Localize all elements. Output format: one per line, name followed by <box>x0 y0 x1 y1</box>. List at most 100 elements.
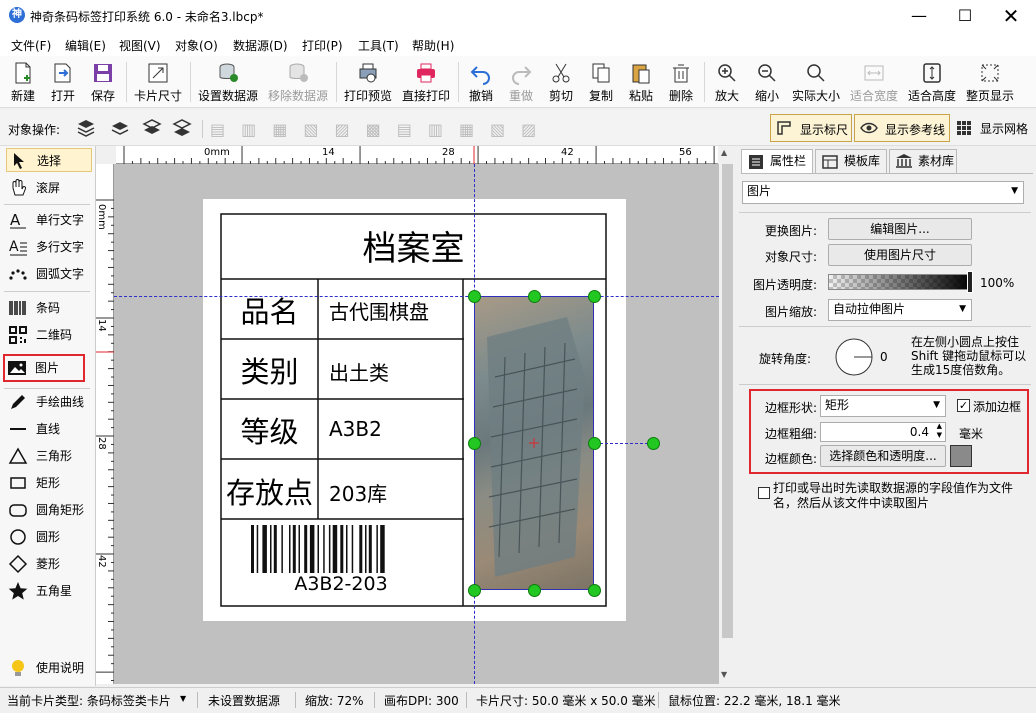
maximize-button[interactable]: ☐ <box>942 0 988 32</box>
use-image-size-button[interactable]: 使用图片尺寸 <box>828 244 972 266</box>
tool-rounded-rectangle[interactable]: 圆角矩形 <box>6 498 92 522</box>
rotate-handle[interactable] <box>647 437 660 450</box>
resize-handle-left[interactable] <box>468 437 481 450</box>
grid-icon[interactable] <box>956 120 972 136</box>
tool-diamond[interactable]: 菱形 <box>6 552 92 576</box>
send-backward-icon[interactable] <box>142 118 162 138</box>
resize-handle-top-left[interactable] <box>468 290 481 303</box>
tool-triangle[interactable]: 三角形 <box>6 444 92 468</box>
label-value-grade[interactable]: A3B2 <box>329 417 382 441</box>
image-scale-select[interactable]: 自动拉伸图片 ▼ <box>828 299 972 321</box>
tool-qrcode[interactable]: 二维码 <box>6 323 92 347</box>
selected-image[interactable] <box>474 296 594 590</box>
tool-freehand[interactable]: 手绘曲线 <box>6 390 92 414</box>
label-value-category[interactable]: 出土类 <box>329 357 389 386</box>
tool-circle[interactable]: 圆形 <box>6 525 92 549</box>
menu-object[interactable]: 对象(O) <box>175 37 218 54</box>
close-button[interactable]: ✕ <box>988 0 1034 32</box>
design-canvas[interactable]: 档案室 品名 古代围棋盘 类别 出土类 等级 A3B2 存放点 203库 A3B… <box>114 164 719 684</box>
label-key-grade[interactable]: 等级 <box>221 409 318 451</box>
tool-select[interactable]: 选择 <box>6 148 92 172</box>
resize-handle-top-right[interactable] <box>588 290 601 303</box>
tool-single-line-text[interactable]: A 单行文字 <box>6 208 92 232</box>
resize-handle-bottom[interactable] <box>528 584 541 597</box>
label-value-location[interactable]: 203库 <box>329 478 387 507</box>
opacity-slider-thumb[interactable] <box>967 271 973 293</box>
menu-view[interactable]: 视图(V) <box>119 37 161 54</box>
open-button[interactable]: 打开 <box>44 58 82 106</box>
zoom-in-button[interactable]: 放大 <box>708 58 746 106</box>
zoom-out-button[interactable]: 缩小 <box>748 58 786 106</box>
resize-handle-right[interactable] <box>588 437 601 450</box>
tab-materials[interactable]: 素材库 <box>889 149 957 173</box>
label-barcode[interactable] <box>251 525 431 573</box>
label-card[interactable]: 档案室 品名 古代围棋盘 类别 出土类 等级 A3B2 存放点 203库 A3B… <box>203 199 626 621</box>
tool-barcode[interactable]: 条码 <box>6 296 92 320</box>
label-key-category[interactable]: 类别 <box>221 349 318 391</box>
send-back-icon[interactable] <box>172 118 192 138</box>
save-button[interactable]: 保存 <box>84 58 122 106</box>
scroll-thumb[interactable] <box>722 164 733 638</box>
rotation-dial[interactable] <box>833 336 877 378</box>
bring-forward-icon[interactable] <box>110 118 130 138</box>
choose-color-button[interactable]: 选择颜色和透明度... <box>820 445 946 467</box>
label-value-name[interactable]: 古代围棋盘 <box>329 296 429 325</box>
show-grid-toggle[interactable]: 显示网格 <box>980 120 1028 137</box>
menu-edit[interactable]: 编辑(E) <box>65 37 106 54</box>
tool-star[interactable]: 五角星 <box>6 579 92 603</box>
redo-button[interactable]: 重做 <box>502 58 540 106</box>
resize-handle-bottom-left[interactable] <box>468 584 481 597</box>
fit-height-button[interactable]: 适合高度 <box>904 58 960 106</box>
tab-templates[interactable]: 模板库 <box>815 149 887 173</box>
show-guides-toggle[interactable]: 显示参考线 <box>854 114 950 142</box>
tool-line[interactable]: 直线 <box>6 417 92 441</box>
menu-file[interactable]: 文件(F) <box>11 37 51 54</box>
menu-tools[interactable]: 工具(T) <box>358 37 399 54</box>
vertical-guide-line[interactable] <box>474 164 475 684</box>
direct-print-button[interactable]: 直接打印 <box>398 58 454 106</box>
stepper-arrows-icon[interactable]: ▲ ▼ <box>937 422 942 440</box>
border-width-input[interactable]: 0.4 ▲ ▼ <box>820 422 946 442</box>
label-barcode-text[interactable]: A3B2-203 <box>251 573 431 595</box>
resize-handle-bottom-right[interactable] <box>588 584 601 597</box>
horizontal-guide-line[interactable] <box>114 296 719 297</box>
actual-size-button[interactable]: 实际大小 <box>788 58 844 106</box>
resize-handle-top[interactable] <box>528 290 541 303</box>
status-card-type[interactable]: 当前卡片类型: 条码标签类卡片 <box>7 692 171 709</box>
edit-image-button[interactable]: 编辑图片... <box>828 218 972 240</box>
cut-button[interactable]: 剪切 <box>542 58 580 106</box>
new-button[interactable]: 新建 <box>4 58 42 106</box>
scroll-down-icon[interactable]: ▼ <box>721 670 727 679</box>
datasource-filename-checkbox[interactable] <box>758 487 770 499</box>
card-size-button[interactable]: 卡片尺寸 <box>130 58 186 106</box>
chevron-down-icon[interactable]: ▼ <box>180 694 186 703</box>
delete-button[interactable]: 删除 <box>662 58 700 106</box>
print-preview-button[interactable]: 打印预览 <box>340 58 396 106</box>
minimize-button[interactable]: — <box>896 0 942 32</box>
set-datasource-button[interactable]: 设置数据源 <box>194 58 262 106</box>
show-ruler-toggle[interactable]: 显示标尺 <box>770 114 852 142</box>
tool-multi-line-text[interactable]: A 多行文字 <box>6 235 92 259</box>
scroll-up-icon[interactable]: ▲ <box>721 148 727 157</box>
vertical-scrollbar[interactable]: ▲ ▼ <box>719 146 736 684</box>
label-key-location[interactable]: 存放点 <box>221 470 318 512</box>
opacity-slider[interactable] <box>828 274 972 290</box>
tool-pan[interactable]: 滚屏 <box>6 176 92 200</box>
border-shape-select[interactable]: 矩形 ▼ <box>820 395 946 417</box>
copy-button[interactable]: 复制 <box>582 58 620 106</box>
tool-arc-text[interactable]: 圆弧文字 <box>6 262 92 286</box>
tool-image[interactable]: 图片 <box>3 354 85 382</box>
border-color-swatch[interactable] <box>950 445 972 467</box>
menu-datasource[interactable]: 数据源(D) <box>233 37 288 54</box>
object-type-select[interactable]: 图片 ▼ <box>742 181 1024 204</box>
menu-help[interactable]: 帮助(H) <box>412 37 454 54</box>
menu-print[interactable]: 打印(P) <box>302 37 343 54</box>
tab-properties[interactable]: 属性栏 <box>741 149 813 173</box>
help-guide-button[interactable]: 使用说明 <box>6 656 92 680</box>
fit-width-button[interactable]: 适合宽度 <box>846 58 902 106</box>
paste-button[interactable]: 粘贴 <box>622 58 660 106</box>
bring-front-icon[interactable] <box>76 118 96 138</box>
add-border-checkbox[interactable]: ✓ <box>957 399 970 412</box>
tool-rectangle[interactable]: 矩形 <box>6 471 92 495</box>
label-title[interactable]: 档案室 <box>221 221 606 270</box>
